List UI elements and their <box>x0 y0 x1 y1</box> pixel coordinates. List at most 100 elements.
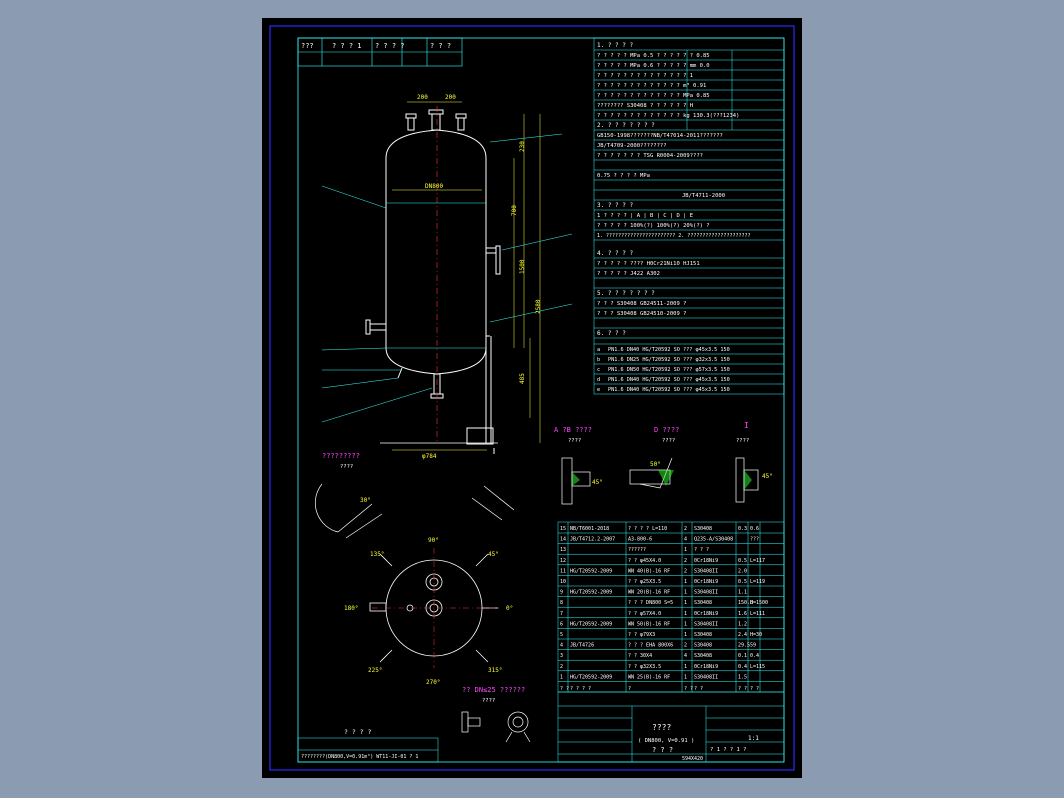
bom-cell: S30408II <box>694 568 718 574</box>
bom-cell: ??? <box>750 537 759 543</box>
bom-cell: 12 <box>560 558 566 564</box>
nde-table-header: 1 ? ? ? ? | A | B | C | D | E <box>597 213 693 219</box>
bom-cell: 10 <box>560 579 566 585</box>
bom-header-cell: ? ? <box>560 686 569 692</box>
view-d-title: D ???? <box>654 426 679 434</box>
bom-cell: 1.6 <box>738 611 747 617</box>
view-i-title: I <box>744 421 749 430</box>
dim-1500: 1500 <box>519 259 526 274</box>
spec-row-5: ? ? ? ? ? ? ? ? ? ? ? ? ? MPa 0.85 <box>597 93 710 99</box>
bom-cell: 2 <box>684 558 687 564</box>
spec-row-8: GB150-1998???????NB/T47014-2011??????? <box>597 133 723 139</box>
nozzle-row-id: b <box>597 357 600 363</box>
spec-row-16: ? ? ? S30408 GB24510-2009 ? <box>597 311 686 317</box>
bom-header-cell: ? ? <box>738 686 747 692</box>
nozzle-row-id: d <box>597 377 600 383</box>
nozzle-row-id: a <box>597 347 600 353</box>
bom-cell: NB/T6001-2018 <box>570 526 609 532</box>
view-a-sub: ???? <box>568 438 581 444</box>
angle-135: 135° <box>370 551 384 558</box>
bom-cell: WN 25(B)-16 RF <box>628 674 670 680</box>
nozzle-row-text: PN1.6 DN40 HG/T20592 SO ??? φ45x3.5 150 <box>608 387 730 393</box>
dim-dn800: DN800 <box>425 183 443 190</box>
bom-cell: S30408 <box>694 526 712 532</box>
angle-45: 45° <box>488 551 499 558</box>
spec-row-10: ? ? ? ? ? ? ? TSG R0004-2009???? <box>597 153 703 159</box>
bom-cell: 7 <box>560 611 563 617</box>
bom-cell: 0.4 <box>738 664 747 670</box>
bom-cell: ? ? ? EHA 800X6 <box>628 643 673 649</box>
bom-cell: L=119 <box>750 579 765 585</box>
drawing-index-title: ? ? ? ? <box>344 728 371 736</box>
bom-cell: 1.2 <box>738 621 747 627</box>
bom-cell: 1 <box>560 674 563 680</box>
weld-angle-a: 45° <box>592 479 603 486</box>
bom-cell: 2 <box>560 664 563 670</box>
nozzle-row-text: PN1.6 DN50 HG/T20592 SO ??? φ57x3.5 150 <box>608 367 730 373</box>
bom-cell: 4 <box>684 653 687 659</box>
bom-cell: 1 <box>684 600 687 606</box>
spec-section-5: 5. ? ? ? ? ? ? ? <box>597 290 655 297</box>
bom-cell: 14 <box>560 537 566 543</box>
bom-cell: 59 <box>750 643 756 649</box>
spec-row-3: ? ? ? ? ? ? ? ? ? ? ? ? ? ? 1 <box>597 73 693 79</box>
bom-cell: WN 20(B)-16 RF <box>628 590 670 596</box>
bom-cell: 1 <box>684 674 687 680</box>
view-a-title: A ?B ???? <box>554 426 592 434</box>
bom-header-cell: ? ? ? ? <box>570 686 591 692</box>
title-sheet: ? 1 ? ? 1 ? <box>710 747 746 753</box>
bom-cell: 0.1 <box>738 653 747 659</box>
dim-700: 700 <box>511 205 518 216</box>
weld-angle-d: 50° <box>650 461 661 468</box>
nozzle-row-id: e <box>597 387 600 393</box>
bom-cell: 11 <box>560 568 566 574</box>
left-angle-30: 30° <box>360 497 371 504</box>
leader-lines <box>321 133 573 423</box>
top-cell-2: ? ? ? 1 <box>332 42 362 50</box>
bom-cell: S30408II <box>694 621 718 627</box>
bom-cell: 0.5 <box>738 579 747 585</box>
bom-rows: 15 NB/T6001-2018? ? ? ? L=110 2 S30408 0.3 0.… <box>558 526 784 692</box>
spec-row-13: ? ? ? ? ? ???? H0Cr21Ni10 HJ151 <box>597 261 700 267</box>
left-detail <box>314 483 515 539</box>
bom-cell: 4 <box>684 537 687 543</box>
bom-cell: HG/T20592-2009 <box>570 621 612 627</box>
nozzle-row-text: PN1.6 DN40 HG/T20592 SO ??? φ45x3.5 150 <box>608 377 730 383</box>
bom-cell: S30408 <box>694 653 712 659</box>
bom-cell: 1.5 <box>738 674 747 680</box>
title-format: 594X420 <box>682 756 703 762</box>
dim-base: φ784 <box>422 453 437 460</box>
bom-cell: S30408 <box>694 643 712 649</box>
nozzle-row-text: PN1.6 DN40 HG/T20592 SO ??? φ45x3.5 150 <box>608 347 730 353</box>
nozzle-row-text: PN1.6 DN25 HG/T20592 SO ??? φ32x3.5 150 <box>608 357 730 363</box>
spec-notes: 1. ??????????????????????? 2. ??????????… <box>597 233 751 239</box>
spec-section-2: 2. ? ? ? ? ? ? ? <box>597 122 655 129</box>
view-d-sub: ???? <box>662 438 675 444</box>
title-sub: ( DN800, V=0.91 ) <box>638 738 694 744</box>
nozzle-detail-sub: ???? <box>482 698 495 704</box>
dim-230: 230 <box>519 141 526 152</box>
spec-row-7: ? ? ? ? ? ? ? ? ? ? ? ? ? kg 130.3(???12… <box>597 113 739 119</box>
spec-row-11: 0.75 ? ? ? ? MPa <box>597 173 650 179</box>
bom-cell: H=30 <box>750 632 762 638</box>
bom-cell: 8 <box>560 600 563 606</box>
spec-row-2: ? ? ? ? ? MPa 0.6 ? ? ? ? ? mm 0.0 <box>597 63 710 69</box>
bom-cell: L=111 <box>750 611 765 617</box>
bom-cell: 1 <box>684 611 687 617</box>
bom-cell: ? ? φ45X4.0 <box>628 558 661 564</box>
bom-cell: JB/T4712.2-2007 <box>570 537 615 543</box>
dim-200-b: 200 <box>445 94 456 101</box>
angle-270: 270° <box>426 679 440 686</box>
spec-row-4: ? ? ? ? ? ? ? ? ? ? ? ? ? m³ 0.91 <box>597 82 706 89</box>
bom-cell: ? ? ? <box>694 547 709 553</box>
nde-table-values: ? ? ? ? ? 100%(?) 100%(?) 20%(?) ? <box>597 223 710 229</box>
spec-row-15: ? ? ? S30408 GB24511-2009 ? <box>597 301 686 307</box>
dim-485: 485 <box>519 373 526 384</box>
bom-cell: 1 <box>684 664 687 670</box>
bom-cell: HG/T20592-2009 <box>570 674 612 680</box>
bom-cell: 0Cr18Ni9 <box>694 579 718 585</box>
nozzle-detail <box>461 711 531 743</box>
bom-cell: 0.4 <box>750 653 759 659</box>
bom-cell: 0Cr18Ni9 <box>694 611 718 617</box>
bom-cell: A3-800-6 <box>628 537 652 543</box>
